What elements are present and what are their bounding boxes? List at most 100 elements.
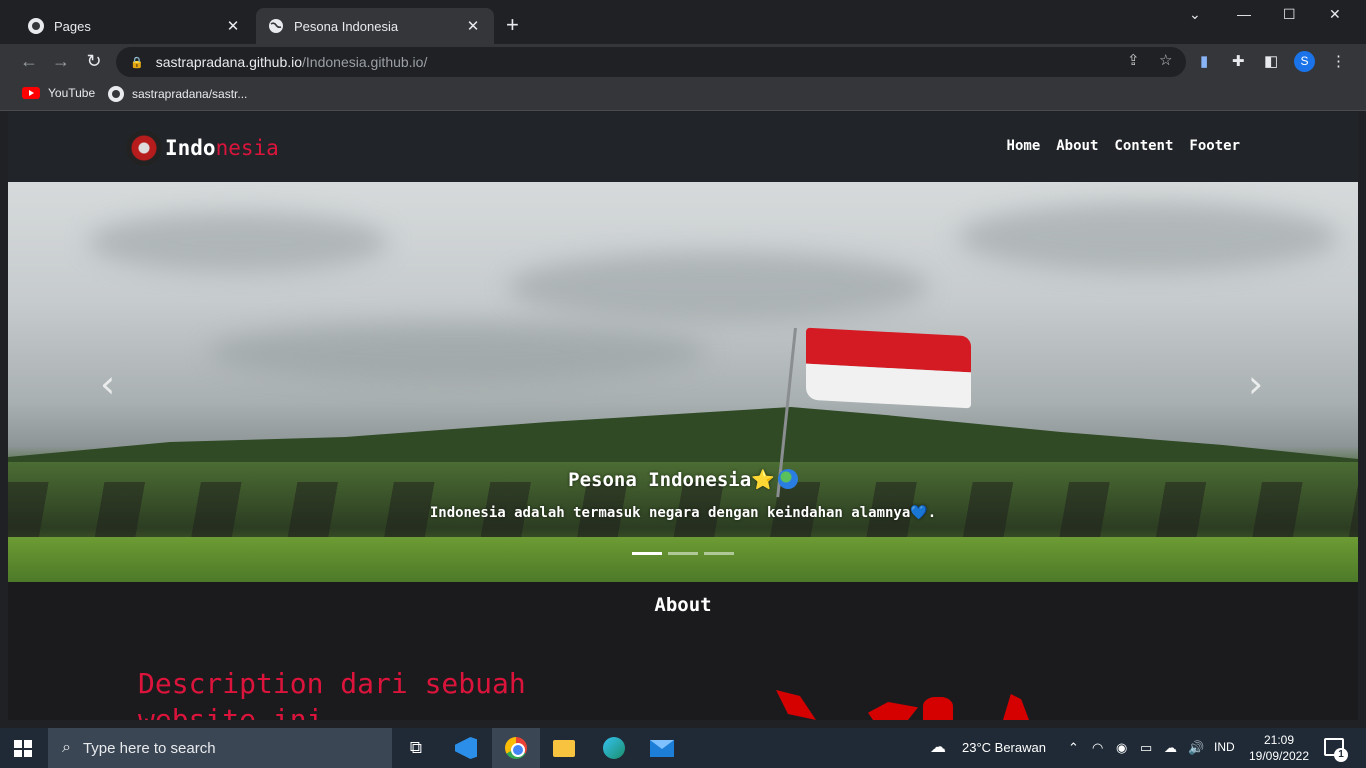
clock-date: 19/09/2022 <box>1248 749 1310 763</box>
weather-text[interactable]: 23°C Berawan <box>962 740 1046 755</box>
volume-icon[interactable]: 🔊 <box>1188 740 1204 756</box>
carousel-prev-icon[interactable]: ‹ <box>100 362 115 406</box>
grass <box>8 537 1358 582</box>
chrome-taskbar-icon[interactable] <box>492 728 540 768</box>
search-placeholder: Type here to search <box>82 739 216 757</box>
tab-title: Pages <box>54 18 91 34</box>
windows-taskbar: ⌕ Type here to search ⧉ ☁ 23°C Berawan ⌃… <box>0 728 1366 768</box>
url-host: sastrapradana.github.io <box>155 54 303 70</box>
indonesia-map-image <box>868 702 918 720</box>
cloud <box>208 322 708 382</box>
close-icon[interactable]: ✕ <box>224 17 242 35</box>
tab-search-icon[interactable]: ⌄ <box>1189 6 1201 23</box>
site-brand[interactable]: Indo nesia <box>126 130 279 166</box>
globe-icon <box>268 18 284 34</box>
caption-title-text: Pesona Indonesia <box>568 469 752 491</box>
tab-title: Pesona Indonesia <box>294 18 399 34</box>
chevron-up-icon[interactable]: ⌃ <box>1068 740 1079 756</box>
youtube-icon <box>22 87 40 99</box>
extensions-puzzle-icon[interactable]: ✚ <box>1232 52 1245 70</box>
caption-text: Indonesia adalah termasuk negara dengan … <box>429 505 911 521</box>
site-nav-links: Home About Content Footer <box>1007 138 1240 154</box>
carousel-indicators <box>632 552 734 555</box>
caption-text-end: . <box>927 505 937 521</box>
edge-icon[interactable] <box>600 734 628 762</box>
browser-tab-strip: Pages ✕ Pesona Indonesia ✕ + ⌄ — ☐ ✕ <box>0 0 1366 44</box>
site-navbar: Indo nesia Home About Content Footer <box>8 112 1358 182</box>
network-icon[interactable]: ◠ <box>1092 740 1103 756</box>
bookmarks-bar: YouTube sastrapradana/sastr... <box>0 80 1366 111</box>
indonesian-flag <box>806 327 971 409</box>
garuda-logo-icon <box>126 130 162 166</box>
nav-link-about[interactable]: About <box>1056 138 1098 154</box>
battery-icon[interactable]: ▭ <box>1140 740 1152 756</box>
carousel-caption-title: Pesona Indonesia⭐ <box>8 468 1358 491</box>
url-path: /Indonesia.github.io/ <box>302 54 428 70</box>
cloud <box>88 212 388 272</box>
hero-carousel: ‹ › Pesona Indonesia⭐ Indonesia adalah t… <box>8 182 1358 582</box>
extension-docs-icon[interactable]: ▮ <box>1200 52 1208 70</box>
address-bar[interactable]: 🔒 sastrapradana.github.io/Indonesia.gith… <box>116 47 1186 77</box>
share-icon[interactable]: ⇪ <box>1127 51 1140 69</box>
bookmark-star-icon[interactable]: ☆ <box>1159 51 1172 69</box>
clock-time: 21:09 <box>1263 733 1295 747</box>
vscode-icon[interactable] <box>452 734 480 762</box>
window-close-icon[interactable]: ✕ <box>1329 6 1341 23</box>
indonesia-map-image <box>1003 694 1029 720</box>
weather-cloud-icon: ☁ <box>930 739 946 756</box>
cloud <box>958 202 1338 272</box>
about-heading: About <box>654 594 712 616</box>
maximize-icon[interactable]: ☐ <box>1283 6 1296 23</box>
lock-icon: 🔒 <box>130 56 144 69</box>
brand-text-white: Indo <box>165 136 216 160</box>
blue-heart-icon: 💙 <box>910 505 928 521</box>
file-explorer-icon[interactable] <box>550 734 578 762</box>
taskbar-search-input[interactable]: ⌕ Type here to search <box>48 728 392 768</box>
indonesia-map-image <box>776 690 816 720</box>
star-icon: ⭐ <box>751 469 775 491</box>
mail-icon[interactable] <box>648 734 676 762</box>
forward-icon[interactable]: → <box>50 51 72 72</box>
brand-text-red: nesia <box>215 136 279 160</box>
task-view-icon[interactable]: ⧉ <box>402 734 430 762</box>
browser-toolbar: ← → ↻ 🔒 sastrapradana.github.io/Indonesi… <box>0 44 1366 80</box>
back-icon[interactable]: ← <box>18 51 40 72</box>
minimize-icon[interactable]: — <box>1237 6 1251 22</box>
taskbar-clock[interactable]: 21:09 19/09/2022 <box>1246 732 1312 764</box>
meet-icon[interactable]: ◉ <box>1116 740 1127 756</box>
nav-link-content[interactable]: Content <box>1114 138 1173 154</box>
description-line: Description dari sebuah <box>138 667 526 700</box>
description-line: website ini <box>138 703 324 720</box>
carousel-indicator[interactable] <box>632 552 662 555</box>
carousel-next-icon[interactable]: › <box>1248 362 1263 406</box>
tab-pesona-indonesia[interactable]: Pesona Indonesia ✕ <box>256 8 494 44</box>
nav-link-footer[interactable]: Footer <box>1189 138 1240 154</box>
carousel-caption-text: Indonesia adalah termasuk negara dengan … <box>8 505 1358 521</box>
bookmark-label: sastrapradana/sastr... <box>132 87 248 101</box>
github-icon <box>108 86 124 102</box>
windows-start-icon[interactable] <box>14 740 32 757</box>
profile-avatar[interactable]: S <box>1294 51 1315 72</box>
web-page: Indo nesia Home About Content Footer ‹ › … <box>8 112 1358 720</box>
bookmark-github[interactable]: sastrapradana/sastr... <box>108 86 247 102</box>
tab-pages[interactable]: Pages ✕ <box>16 8 254 44</box>
cloud-sync-icon[interactable]: ☁ <box>1164 740 1177 756</box>
carousel-indicator[interactable] <box>704 552 734 555</box>
new-tab-button[interactable]: + <box>506 14 519 36</box>
description-heading: Description dari sebuah website ini <box>138 666 526 720</box>
github-icon <box>28 18 44 34</box>
notification-count-badge: 1 <box>1334 748 1348 762</box>
close-icon[interactable]: ✕ <box>464 17 482 35</box>
menu-kebab-icon[interactable]: ⋮ <box>1331 52 1346 70</box>
side-panel-icon[interactable]: ◧ <box>1264 52 1278 70</box>
search-icon: ⌕ <box>62 739 71 756</box>
bookmark-label: YouTube <box>48 86 96 100</box>
language-indicator[interactable]: IND <box>1214 740 1235 754</box>
indonesia-map-image <box>923 697 953 720</box>
globe-icon <box>777 469 798 489</box>
carousel-indicator[interactable] <box>668 552 698 555</box>
nav-link-home[interactable]: Home <box>1007 138 1041 154</box>
bookmark-youtube[interactable]: YouTube <box>22 86 95 100</box>
cloud <box>508 252 928 322</box>
reload-icon[interactable]: ↻ <box>83 51 105 72</box>
